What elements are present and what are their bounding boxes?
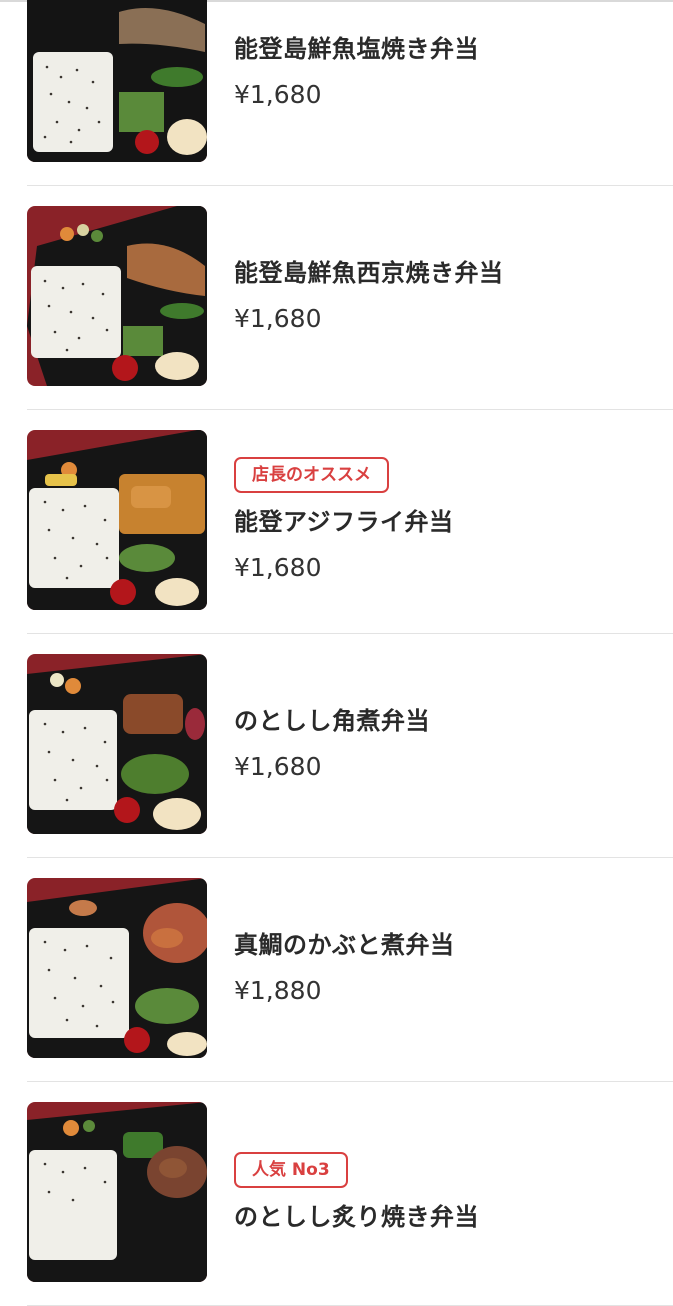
bento-photo-image [27,878,207,1058]
bento-photo-image [27,1102,207,1282]
menu-item-info: 能登島鮮魚西京焼き弁当 ¥1,680 [234,206,664,386]
menu-list: 能登島鮮魚塩焼き弁当 ¥1,680 能登島鮮魚西京焼き弁当 ¥1,680 店長の… [0,0,673,1306]
menu-item-price: ¥1,680 [234,304,322,333]
bento-photo-image [27,654,207,834]
menu-item[interactable]: 能登島鮮魚西京焼き弁当 ¥1,680 [0,186,673,410]
menu-item-price: ¥1,880 [234,976,322,1005]
menu-item[interactable]: 店長のオススメ 能登アジフライ弁当 ¥1,680 [0,410,673,634]
recommend-badge: 店長のオススメ [234,457,389,493]
menu-item-name: 真鯛のかぶと煮弁当 [234,931,455,959]
menu-item-name: 能登島鮮魚西京焼き弁当 [234,259,504,287]
menu-item[interactable]: 能登島鮮魚塩焼き弁当 ¥1,680 [0,0,673,186]
menu-item-name: 能登アジフライ弁当 [234,508,454,536]
menu-item-info: 真鯛のかぶと煮弁当 ¥1,880 [234,878,664,1058]
bento-photo-image [27,206,207,386]
menu-item-name: のとしし炙り焼き弁当 [234,1203,479,1231]
menu-item-price: ¥1,680 [234,752,322,781]
menu-item-price: ¥1,680 [234,553,322,582]
menu-item-info: 店長のオススメ 能登アジフライ弁当 ¥1,680 [234,430,664,610]
menu-item[interactable]: のとしし角煮弁当 ¥1,680 [0,634,673,858]
menu-item-price: ¥1,680 [234,80,322,109]
bento-photo-image [27,430,207,610]
menu-item-name: のとしし角煮弁当 [234,707,430,735]
menu-item-info: のとしし角煮弁当 ¥1,680 [234,654,664,834]
menu-item[interactable]: 真鯛のかぶと煮弁当 ¥1,880 [0,858,673,1082]
menu-item-name: 能登島鮮魚塩焼き弁当 [234,35,479,63]
bento-photo-image [27,0,207,162]
menu-item-info: 人気 No3 のとしし炙り焼き弁当 [234,1102,664,1282]
menu-item[interactable]: 人気 No3 のとしし炙り焼き弁当 [0,1082,673,1306]
menu-item-info: 能登島鮮魚塩焼き弁当 ¥1,680 [234,0,664,162]
popularity-badge: 人気 No3 [234,1152,348,1188]
